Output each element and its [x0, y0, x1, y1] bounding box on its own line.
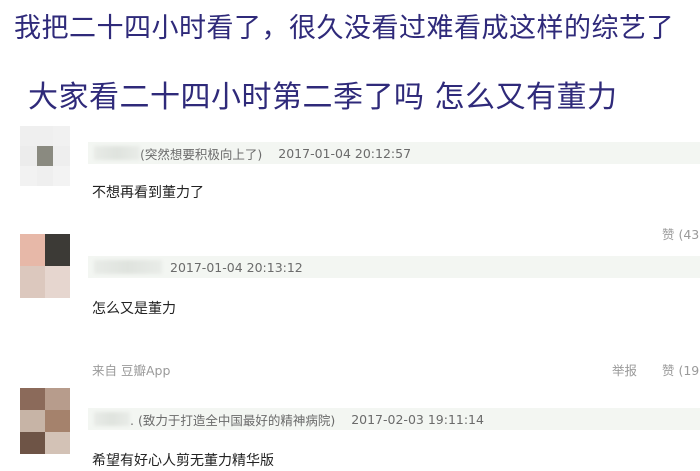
commenter-name-redacted[interactable] [94, 260, 162, 274]
comment-timestamp: 2017-01-04 20:13:12 [170, 259, 303, 275]
comment-item: (突然想要积极向上了) 2017-01-04 20:12:57 不想再看到董力了… [0, 120, 700, 242]
comment-meta-bar: . (致力于打造全中国最好的精神病院) 2017-02-03 19:11:14 [88, 408, 700, 430]
comment-text: 希望有好心人剪无董力精华版 [92, 453, 274, 469]
commenter-name-redacted[interactable] [94, 412, 130, 426]
commenter-avatar[interactable] [20, 126, 70, 186]
comment-timestamp: 2017-02-03 19:11:14 [351, 411, 484, 427]
comment-source: 来自 豆瓣App [92, 363, 171, 378]
commenter-name-redacted[interactable] [94, 146, 140, 160]
comment-meta-bar: (突然想要积极向上了) 2017-01-04 20:12:57 [88, 142, 700, 164]
comment-text: 不想再看到董力了 [92, 185, 204, 201]
post-headline-line-2: 大家看二十四小时第二季了吗 怎么又有董力 [28, 80, 618, 115]
comment-item: . (致力于打造全中国最好的精神病院) 2017-02-03 19:11:14 … [0, 384, 700, 471]
commenter-signature: . (致力于打造全中国最好的精神病院) [130, 412, 336, 428]
comment-footer: 来自 豆瓣App 举报 赞 (19 [92, 360, 700, 378]
commenter-signature: (突然想要积极向上了) [140, 146, 263, 162]
commenter-avatar[interactable] [20, 388, 70, 454]
comment-meta-bar: 2017-01-04 20:13:12 [88, 256, 700, 278]
comment-item: 2017-01-04 20:13:12 怎么又是董力 来自 豆瓣App 举报 赞… [0, 232, 700, 382]
comment-timestamp: 2017-01-04 20:12:57 [278, 145, 412, 161]
report-button[interactable]: 举报 [612, 360, 637, 379]
comment-text: 怎么又是董力 [92, 301, 176, 317]
like-button[interactable]: 赞 (19 [662, 360, 699, 379]
post-headline-line-1: 我把二十四小时看了，很久没看过难看成这样的综艺了 [14, 13, 674, 44]
commenter-avatar[interactable] [20, 234, 70, 298]
